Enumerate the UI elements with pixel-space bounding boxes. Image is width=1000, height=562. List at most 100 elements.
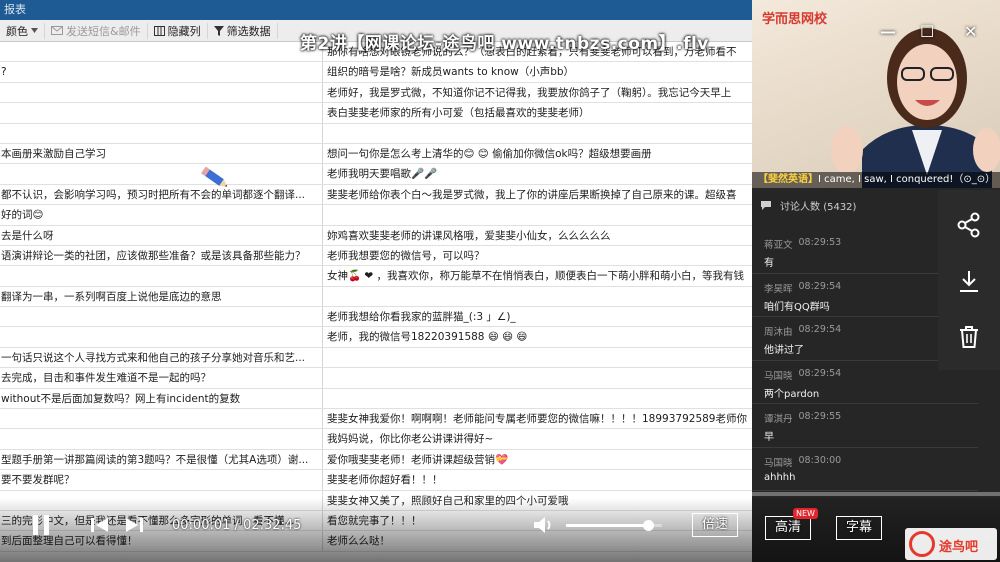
table-row[interactable]: 翻译为一串，一系列啊百度上说他是底边的意思 bbox=[0, 286, 752, 308]
answer-cell[interactable]: 妳鸡喜欢斐斐老师的讲课风格哦，爱斐斐小仙女，么么么么么 bbox=[323, 226, 752, 245]
time-display: 00:00:01 / 02:32:45 bbox=[172, 518, 301, 533]
table-row[interactable]: 本画册来激励自己学习 想问一句你是怎么考上清华的😊 😊 偷偷加你微信ok吗？超级想… bbox=[0, 143, 752, 165]
delete-icon[interactable] bbox=[956, 324, 982, 350]
answer-cell[interactable]: 老师，我的微信号18220391588 😄 😄 😄 bbox=[323, 327, 752, 346]
question-cell[interactable]: 去完成，目击和事件发生难道不是一起的吗？ bbox=[0, 368, 323, 388]
question-cell[interactable]: 要不要发群呢？ bbox=[0, 470, 323, 490]
volume-slider[interactable] bbox=[566, 520, 662, 531]
answer-cell[interactable]: 老师我想要您的微信号，可以吗？ bbox=[323, 246, 752, 265]
subtitle-button[interactable]: 字幕 bbox=[836, 516, 882, 540]
table-row[interactable]: ? 组织的暗号是啥？新成员wants to know（小声bb） bbox=[0, 62, 752, 83]
question-cell[interactable] bbox=[0, 123, 323, 143]
share-icon[interactable] bbox=[956, 212, 982, 238]
toolbar-filter-button[interactable]: 筛选数据 bbox=[208, 22, 278, 39]
discussion-count: (5432) bbox=[823, 201, 857, 213]
answer-cell[interactable]: 斐斐老师给你表个白～我是罗式微，我上了你的讲座后果断换掉了自己原来的课。超级喜 bbox=[323, 185, 752, 204]
table-row[interactable]: 老师好，我是罗式微，不知道你记不记得我，我要放你鸽子了（鞠躬）。我忘记今天早上 bbox=[0, 82, 752, 104]
table-row[interactable]: 表白斐斐老师家的所有小可爱（包括最喜欢的斐斐老师） bbox=[0, 103, 752, 124]
toolbar-hide-columns-button[interactable]: 隐藏列 bbox=[148, 22, 208, 39]
question-cell[interactable]: 语演讲辩论一类的社团，应该做那些准备？或是该具备那些能力？ bbox=[0, 245, 323, 266]
answer-cell[interactable]: 我妈妈说，你比你老公讲课讲得好~ bbox=[323, 429, 752, 448]
question-cell[interactable]: 翻译为一串，一系列啊百度上说他是底边的意思 bbox=[0, 286, 323, 307]
question-cell[interactable]: ? bbox=[0, 62, 323, 82]
progress-bar[interactable] bbox=[0, 492, 1000, 496]
question-cell[interactable] bbox=[0, 429, 323, 449]
toolbar-color-label: 颜色 bbox=[6, 24, 28, 38]
table-row[interactable]: 去完成，目击和事件发生难道不是一起的吗？ bbox=[0, 368, 752, 389]
question-cell[interactable]: 本画册来激励自己学习 bbox=[0, 143, 323, 164]
table-row[interactable]: 要不要发群呢？ 斐斐老师你超好看！！！ bbox=[0, 470, 752, 491]
chat-timestamp: 08:29:54 bbox=[798, 324, 842, 335]
question-cell[interactable]: 好的词😊 bbox=[0, 205, 323, 225]
answer-cell[interactable]: 斐斐女神我爱你！啊啊啊！老师能问专属老师要您的微信嘛！！！！1899379258… bbox=[323, 409, 752, 428]
question-cell[interactable] bbox=[0, 409, 323, 429]
table-row[interactable]: 斐斐女神我爱你！啊啊啊！老师能问专属老师要您的微信嘛！！！！1899379258… bbox=[0, 409, 752, 430]
table-row[interactable]: 语演讲辩论一类的社团，应该做那些准备？或是该具备那些能力？ 老师我想要您的微信号，… bbox=[0, 245, 752, 267]
chat-text: 两个pardon bbox=[764, 388, 820, 400]
volume-icon[interactable] bbox=[532, 515, 554, 535]
speed-button[interactable]: 倍速 bbox=[692, 513, 738, 537]
table-row[interactable]: 老师，我的微信号18220391588 😄 😄 😄 bbox=[0, 327, 752, 348]
close-icon[interactable]: ✕ bbox=[964, 22, 977, 41]
table-row[interactable]: without不是后面加复数吗？网上有incident的复数 bbox=[0, 388, 752, 410]
toolbar-send-mail-button[interactable]: 发送短信&邮件 bbox=[45, 22, 148, 39]
table-row[interactable]: 女神🍒 ❤ ，我喜欢你，称万能草不在悄悄表白，顺便表白一下萌小胖和萌小白，等我有… bbox=[0, 266, 752, 287]
answer-cell[interactable] bbox=[323, 205, 752, 224]
sheet-rows: 那你有啥想对眼镜老师说的么？（想表白的赶紧着，只有斐斐老师可以看到，万老师看不?… bbox=[0, 42, 752, 552]
answer-cell[interactable]: 想问一句你是怎么考上清华的😊 😊 偷偷加你微信ok吗？超级想要画册 bbox=[323, 144, 752, 163]
chat-timestamp: 08:29:54 bbox=[798, 280, 842, 292]
question-cell[interactable] bbox=[0, 327, 323, 347]
question-cell[interactable]: 去是什么呀 bbox=[0, 225, 323, 245]
previous-icon[interactable] bbox=[90, 516, 110, 534]
answer-cell[interactable]: 爱你哦斐斐老师！老师讲课超级营销💝 bbox=[323, 450, 752, 469]
question-cell[interactable] bbox=[0, 266, 323, 286]
chat-timestamp: 08:29:54 bbox=[798, 367, 842, 379]
table-row[interactable]: 我妈妈说，你比你老公讲课讲得好~ bbox=[0, 429, 752, 450]
question-cell[interactable] bbox=[0, 103, 323, 123]
hide-columns-icon bbox=[153, 25, 165, 36]
question-cell[interactable] bbox=[0, 42, 323, 62]
chat-username: 李昊晖 bbox=[764, 283, 793, 295]
table-row[interactable]: 都不认识，会影响学习吗，预习时把所有不会的单词都逐个翻译... 斐斐老师给你表个白… bbox=[0, 184, 752, 206]
question-cell[interactable] bbox=[0, 82, 323, 103]
answer-cell[interactable] bbox=[323, 368, 752, 387]
next-icon[interactable] bbox=[124, 516, 144, 534]
answer-cell[interactable] bbox=[323, 389, 752, 408]
table-row[interactable] bbox=[0, 123, 752, 144]
table-row[interactable]: 型题手册第一讲那篇阅读的第3题吗？不是很懂（尤其A选项）谢... 爱你哦斐斐老师！… bbox=[0, 449, 752, 471]
minimize-icon[interactable]: — bbox=[880, 22, 896, 41]
question-cell[interactable] bbox=[0, 307, 323, 327]
course-caption: 【斐然英语】I came, I saw, I conquered!（⊙_⊙） bbox=[752, 172, 1000, 188]
answer-cell[interactable]: 斐斐老师你超好看！！！ bbox=[323, 470, 752, 489]
chat-username: 蒋亚文 bbox=[764, 240, 793, 251]
answer-cell[interactable]: 组织的暗号是啥？新成员wants to know（小声bb） bbox=[323, 62, 752, 81]
question-cell[interactable]: without不是后面加复数吗？网上有incident的复数 bbox=[0, 388, 323, 409]
question-cell[interactable]: 都不认识，会影响学习吗，预习时把所有不会的单词都逐个翻译... bbox=[0, 184, 323, 205]
chat-text: ahhhh bbox=[764, 471, 796, 483]
table-row[interactable]: 老师我想给你看我家的蓝胖猫_(:3 」∠)_ bbox=[0, 307, 752, 328]
answer-cell[interactable] bbox=[323, 287, 752, 306]
answer-cell[interactable]: 表白斐斐老师家的所有小可爱（包括最喜欢的斐斐老师） bbox=[323, 103, 752, 122]
answer-cell[interactable] bbox=[323, 348, 752, 367]
pause-icon[interactable] bbox=[30, 513, 52, 537]
chat-bubble-icon bbox=[761, 200, 771, 210]
toolbar-color-button[interactable]: 颜色 bbox=[0, 22, 45, 39]
answer-cell[interactable]: 老师我想给你看我家的蓝胖猫_(:3 」∠)_ bbox=[323, 307, 752, 326]
toolbar-hide-columns-label: 隐藏列 bbox=[167, 24, 201, 38]
volume-knob[interactable] bbox=[642, 520, 654, 531]
table-row[interactable]: 好的词😊 bbox=[0, 205, 752, 226]
question-cell[interactable]: 型题手册第一讲那篇阅读的第3题吗？不是很懂（尤其A选项）谢... bbox=[0, 449, 323, 470]
answer-cell[interactable]: 老师我明天要唱歌🎤🎤 bbox=[323, 164, 752, 183]
download-icon[interactable] bbox=[956, 268, 982, 294]
answer-cell[interactable] bbox=[323, 124, 752, 143]
maximize-icon[interactable]: ☐ bbox=[920, 22, 934, 41]
answer-cell[interactable]: 老师好，我是罗式微，不知道你记不记得我，我要放你鸽子了（鞠躬）。我忘记今天早上 bbox=[323, 83, 752, 102]
table-row[interactable]: 一句话只说这个人寻找方式来和他自己的孩子分享她对音乐和艺... bbox=[0, 347, 752, 369]
quality-button[interactable]: 高清 bbox=[765, 516, 811, 540]
question-cell[interactable]: 一句话只说这个人寻找方式来和他自己的孩子分享她对音乐和艺... bbox=[0, 347, 323, 368]
progress-fill bbox=[0, 492, 1, 496]
table-row[interactable]: 老师我明天要唱歌🎤🎤 bbox=[0, 164, 752, 185]
answer-cell[interactable]: 女神🍒 ❤ ，我喜欢你，称万能草不在悄悄表白，顺便表白一下萌小胖和萌小白，等我有… bbox=[323, 266, 752, 285]
table-row[interactable]: 去是什么呀 妳鸡喜欢斐斐老师的讲课风格哦，爱斐斐小仙女，么么么么么 bbox=[0, 225, 752, 246]
question-cell[interactable] bbox=[0, 164, 323, 184]
